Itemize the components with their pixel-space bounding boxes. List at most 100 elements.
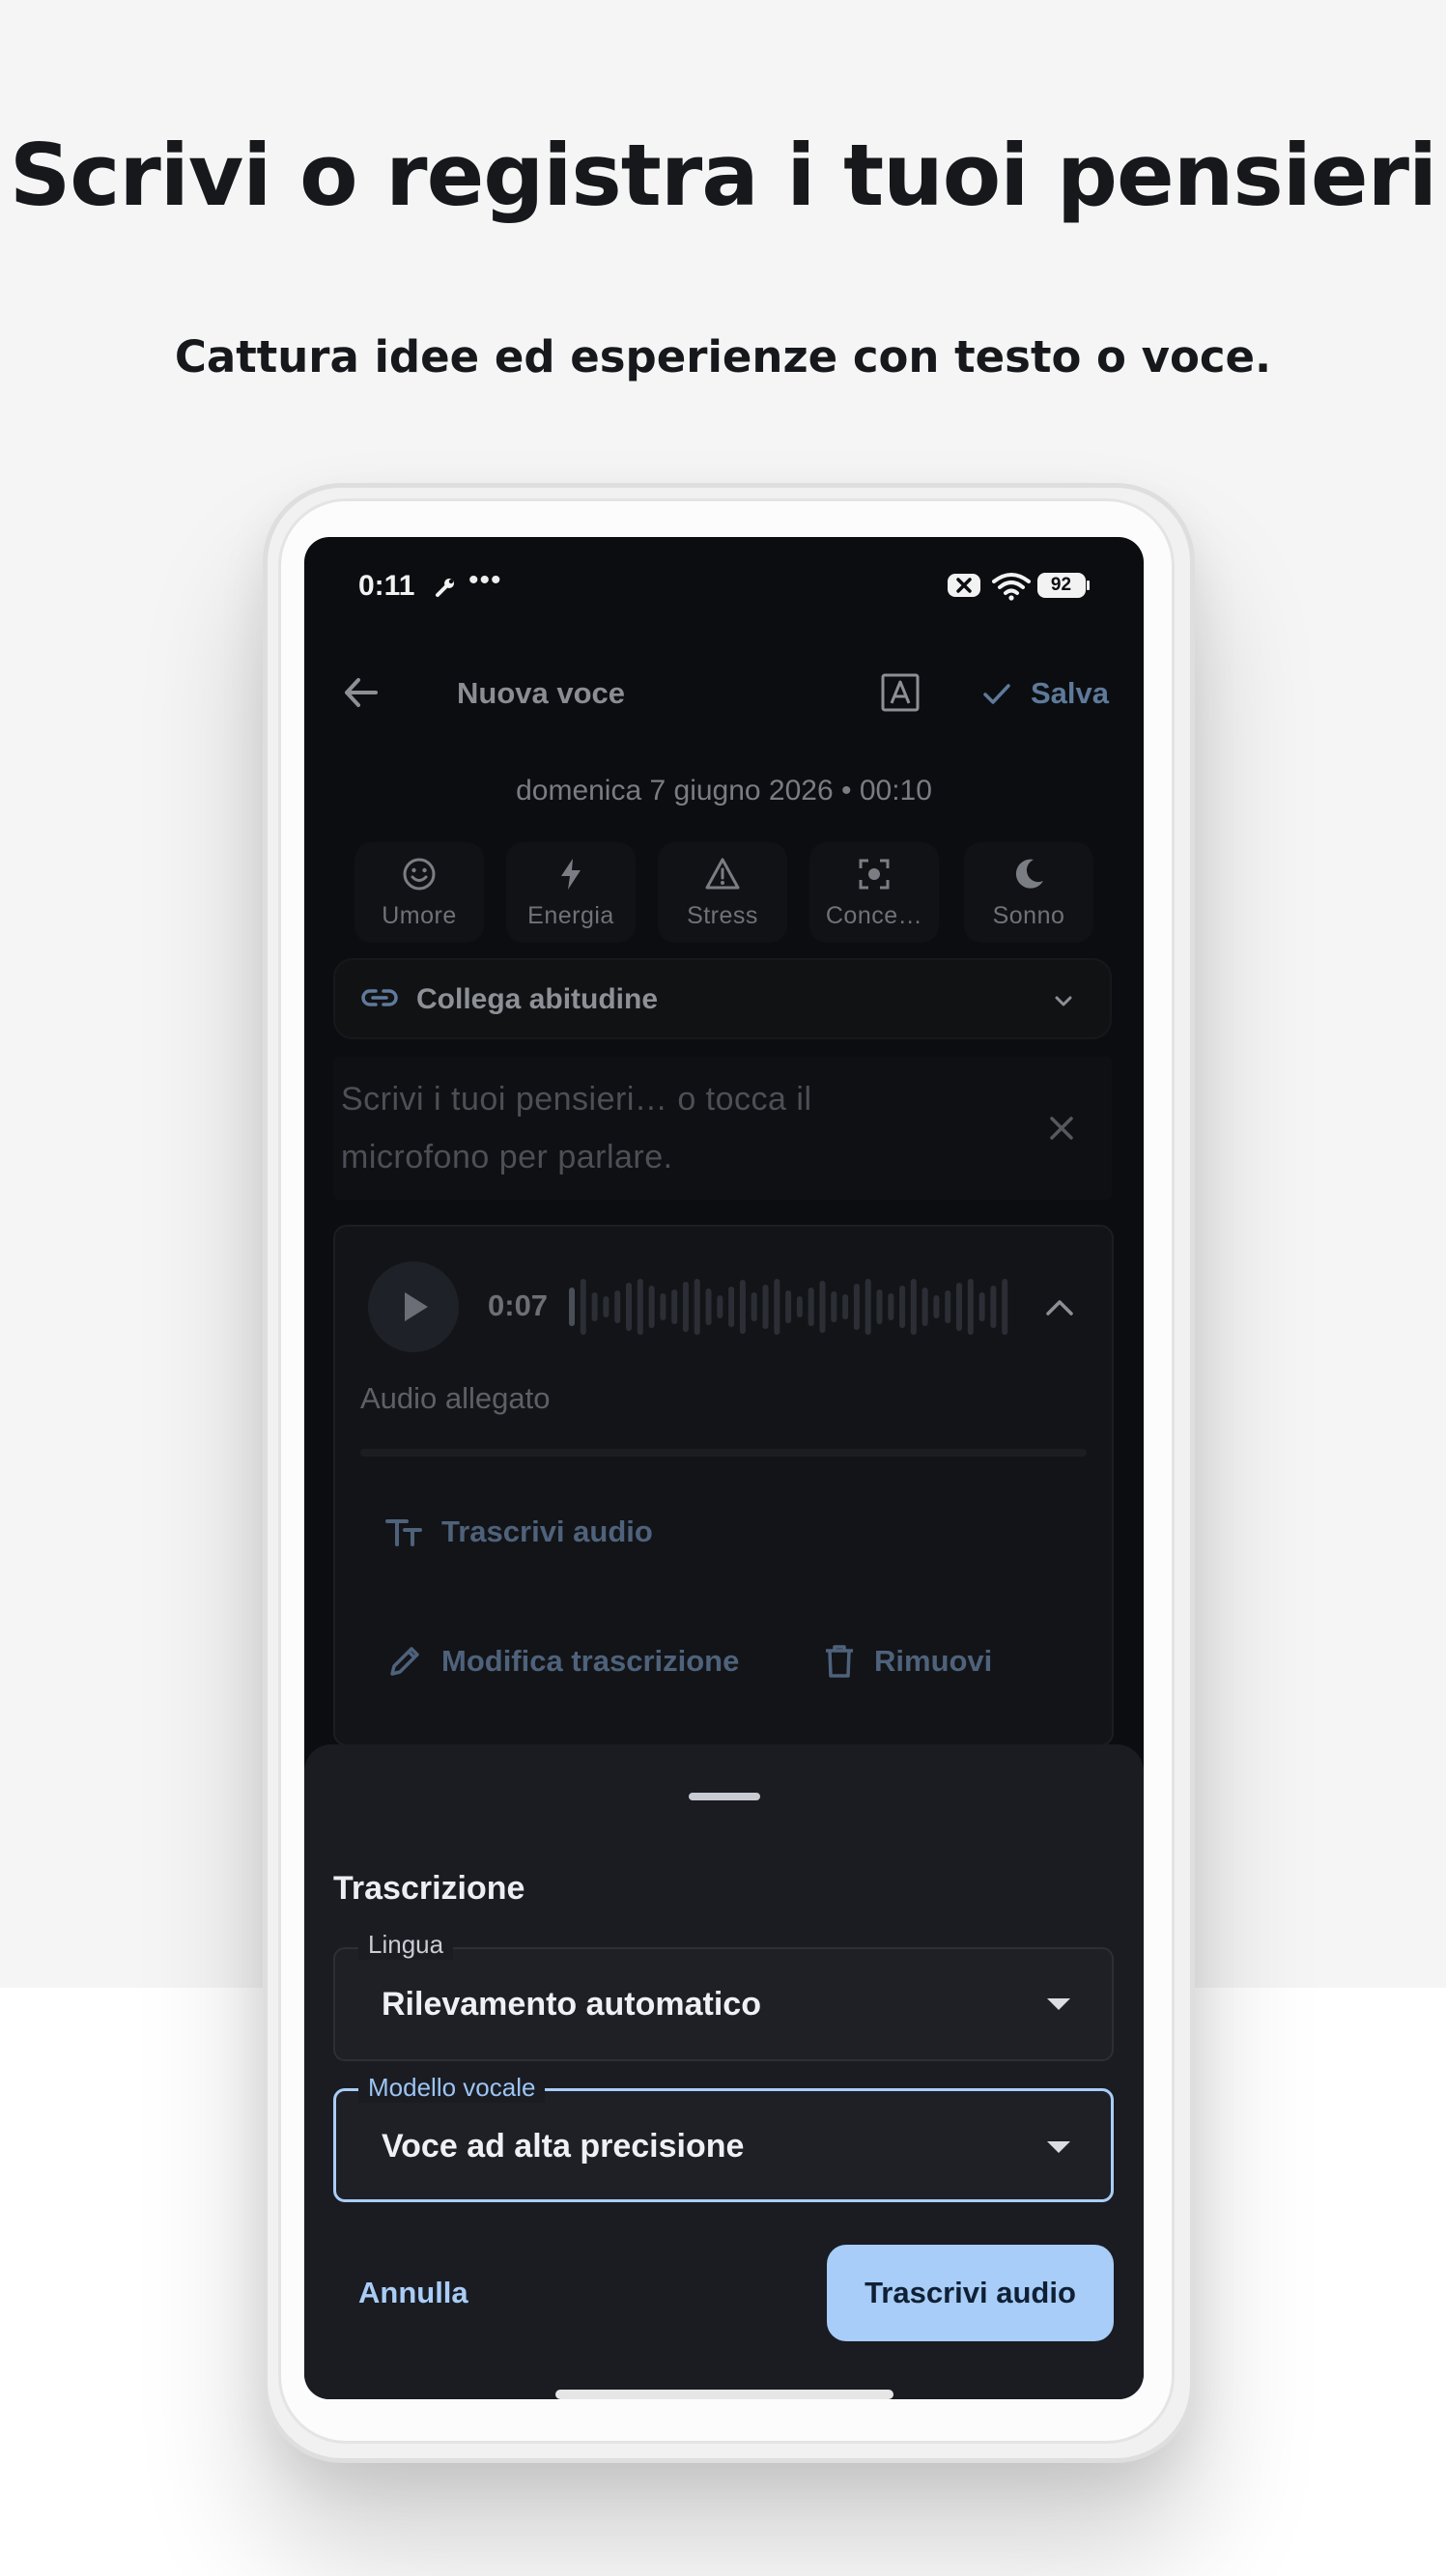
waveform-bar — [978, 1292, 985, 1321]
waveform-bar — [945, 1290, 951, 1323]
waveform-bar — [751, 1292, 757, 1321]
home-indicator[interactable] — [555, 2390, 893, 2399]
waveform-bar — [569, 1288, 575, 1326]
clear-icon[interactable] — [1044, 1111, 1079, 1146]
warning-icon — [705, 858, 740, 890]
save-label: Salva — [1031, 676, 1110, 710]
metric-label: Stress — [687, 902, 758, 929]
language-label: Lingua — [358, 1930, 454, 1960]
dropdown-arrow-icon — [1047, 2141, 1070, 2153]
waveform-bar — [933, 1295, 940, 1318]
metric-chip-energy[interactable]: Energia — [506, 842, 636, 943]
entry-date: domenica 7 giugno 2026 • 00:10 — [516, 775, 932, 807]
waveform-bar — [705, 1288, 712, 1325]
hero-title: Scrivi o registra i tuoi pensieri — [9, 126, 1437, 225]
back-arrow-icon[interactable] — [337, 668, 385, 717]
note-placeholder: Scrivi i tuoi pensieri… o tocca il micro… — [341, 1081, 812, 1175]
waveform-bar — [990, 1286, 997, 1328]
voice-model-label: Modello vocale — [358, 2073, 546, 2103]
waveform-bar — [808, 1288, 814, 1326]
waveform-bar — [899, 1286, 906, 1328]
no-sim-icon — [948, 574, 980, 597]
remove-audio-label: Rimuovi — [874, 1644, 993, 1678]
wrench-icon — [436, 579, 454, 597]
waveform-bar — [762, 1285, 769, 1329]
waveform-bar — [774, 1279, 780, 1335]
waveform-bar — [717, 1295, 723, 1318]
waveform-bar — [580, 1279, 586, 1335]
edit-transcription-button[interactable]: Modifica trascrizione — [385, 1642, 739, 1681]
battery-indicator: 92 — [1036, 572, 1091, 599]
waveform-bar — [648, 1286, 655, 1328]
audio-waveform[interactable] — [567, 1275, 1011, 1339]
waveform-bar — [910, 1279, 917, 1335]
audio-attachment-label: Audio allegato — [360, 1381, 551, 1415]
waveform-bar — [853, 1284, 860, 1330]
waveform-bar — [921, 1288, 928, 1326]
waveform-bar — [842, 1294, 849, 1319]
waveform-bar — [865, 1279, 871, 1335]
page-title: Nuova voce — [457, 676, 626, 710]
waveform-bar — [876, 1289, 883, 1324]
focus-icon — [859, 859, 890, 890]
waveform-bar — [637, 1279, 643, 1335]
text-format-icon[interactable] — [876, 668, 924, 717]
metric-chip-stress[interactable]: Stress — [658, 842, 787, 943]
transcribe-audio-label: Trascrivi audio — [441, 1514, 653, 1548]
edit-transcription-label: Modifica trascrizione — [441, 1644, 740, 1678]
play-icon — [405, 1292, 428, 1321]
waveform-bar — [728, 1287, 735, 1327]
voice-model-value: Voce ad alta precisione — [382, 2128, 745, 2165]
metric-label: Conce… — [825, 902, 923, 929]
status-time: 0:11 — [358, 570, 415, 602]
waveform-bar — [956, 1283, 962, 1331]
text-size-icon — [385, 1519, 422, 1546]
metric-chip-mood[interactable]: Umore — [354, 842, 484, 943]
waveform-bar — [739, 1280, 746, 1334]
save-button[interactable]: Salva — [980, 672, 1109, 715]
confirm-transcribe-button[interactable]: Trascrivi audio — [827, 2245, 1114, 2341]
metric-label: Umore — [382, 902, 457, 929]
check-icon — [983, 684, 1010, 704]
pencil-icon — [390, 1647, 419, 1676]
moon-icon — [1015, 859, 1043, 889]
language-value: Rilevamento automatico — [382, 1986, 761, 2023]
audio-progress-track — [360, 1449, 1087, 1457]
waveform-bar — [660, 1293, 666, 1320]
bolt-icon — [561, 859, 581, 890]
waveform-bar — [694, 1279, 700, 1335]
cancel-button[interactable]: Annulla — [358, 2276, 468, 2310]
remove-audio-button[interactable]: Rimuovi — [822, 1642, 992, 1681]
link-icon — [361, 989, 398, 1006]
play-button[interactable] — [368, 1261, 459, 1352]
phone-screen: 0:11 ••• 92 Nuova voce Salva domenica 7 … — [304, 537, 1144, 2399]
waveform-bar — [796, 1296, 803, 1317]
sheet-drag-handle[interactable] — [689, 1793, 760, 1800]
waveform-bar — [967, 1279, 974, 1335]
metric-label: Energia — [527, 902, 614, 929]
dropdown-arrow-icon — [1047, 1998, 1070, 2010]
chevron-down-icon — [1055, 996, 1072, 1006]
metric-chip-sleep[interactable]: Sonno — [964, 842, 1093, 943]
metric-chip-focus[interactable]: Conce… — [809, 842, 939, 943]
battery-level: 92 — [1050, 575, 1072, 595]
waveform-bar — [831, 1291, 837, 1322]
waveform-bar — [888, 1293, 894, 1320]
waveform-bar — [1002, 1279, 1008, 1335]
waveform-bar — [603, 1296, 610, 1317]
notification-dots: ••• — [468, 564, 502, 596]
waveform-bar — [785, 1290, 792, 1323]
trash-icon — [826, 1645, 853, 1678]
transcribe-audio-button[interactable]: Trascrivi audio — [385, 1514, 653, 1549]
waveform-bar — [626, 1283, 632, 1331]
waveform-bar — [591, 1292, 598, 1321]
link-habit-label: Collega abitudine — [416, 983, 659, 1015]
smiley-icon — [403, 858, 436, 891]
wifi-icon — [992, 573, 1031, 601]
chevron-up-icon[interactable] — [1040, 1288, 1079, 1327]
waveform-bar — [819, 1281, 826, 1333]
waveform-bar — [614, 1290, 621, 1323]
audio-duration: 0:07 — [488, 1288, 549, 1322]
hero-subtitle: Cattura idee ed esperienze con testo o v… — [174, 331, 1272, 382]
metric-label: Sonno — [992, 902, 1065, 929]
